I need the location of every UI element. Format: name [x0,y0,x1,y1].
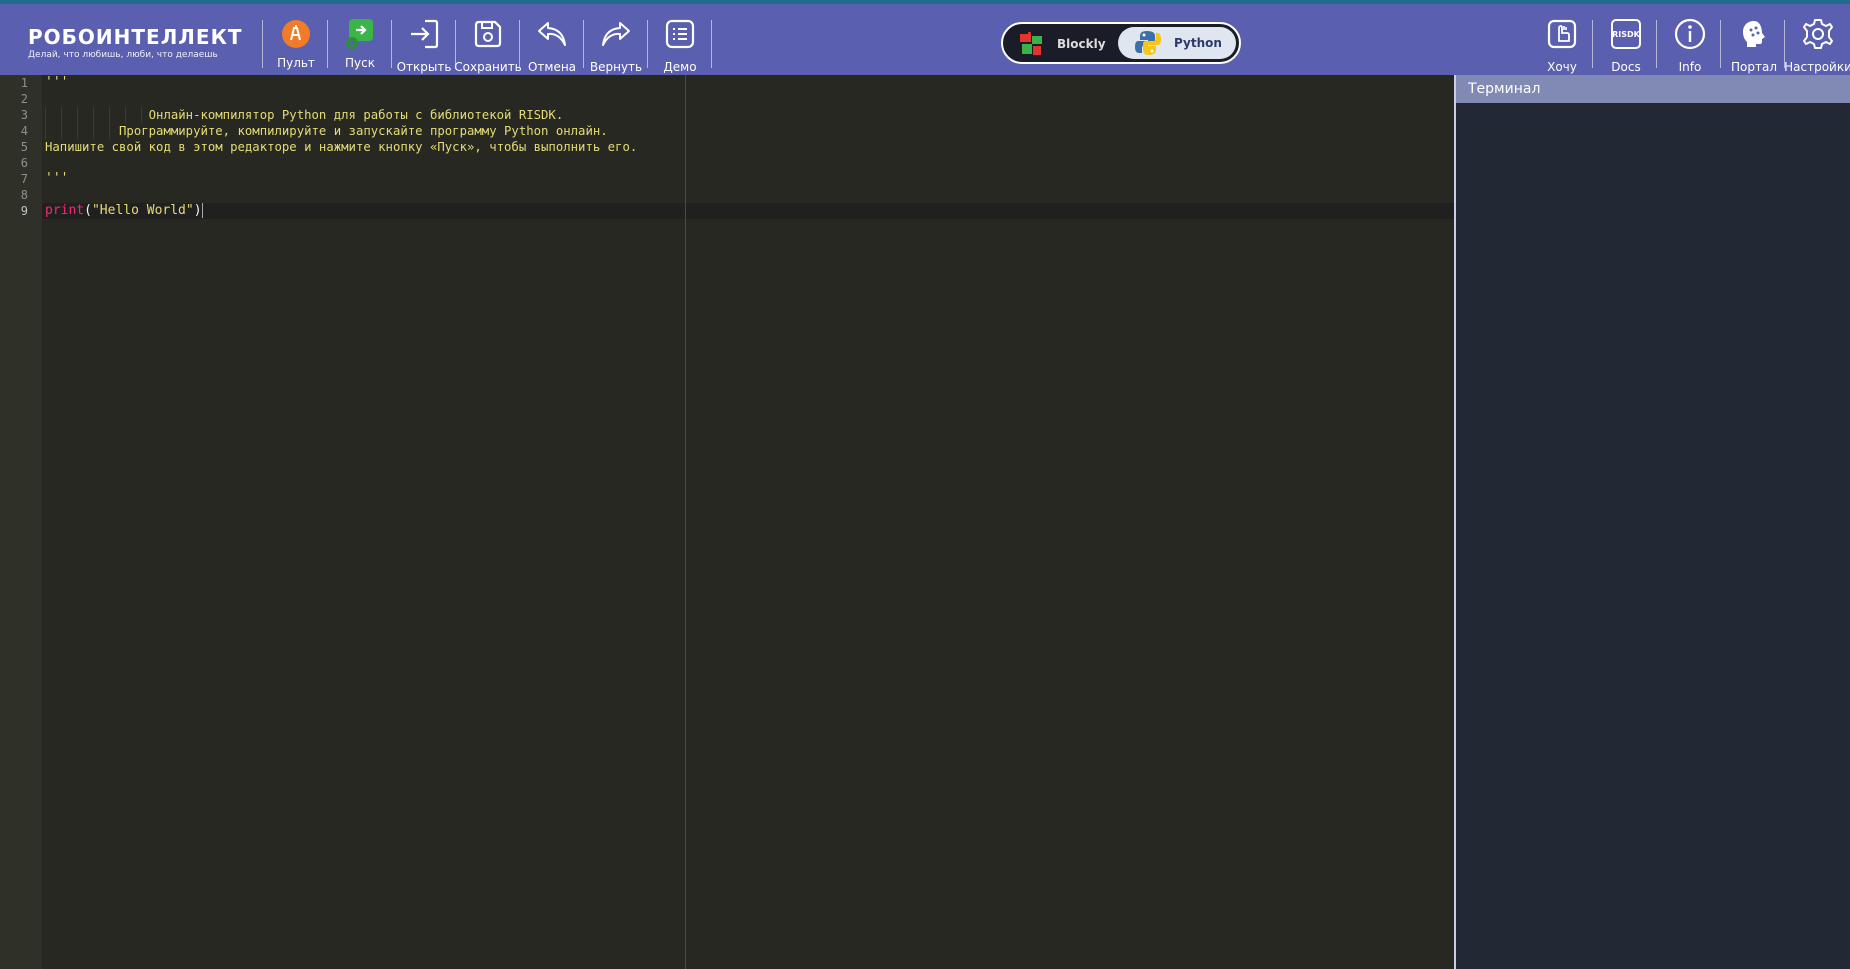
run-icon [342,14,378,54]
undo-label: Отмена [527,60,577,74]
demo-label: Демо [663,60,697,74]
code-line[interactable] [45,187,745,203]
terminal-title: Терминал [1456,75,1850,103]
text-cursor [201,203,203,218]
settings-button[interactable]: Настройки [1784,8,1850,74]
blockly-puzzle-icon [1020,31,1042,55]
portal-label: Портал [1731,60,1777,74]
code-line[interactable] [45,155,745,171]
remote-control-button[interactable]: Пульт [265,8,327,74]
line-number: 4 [20,124,28,138]
code-line[interactable] [45,91,745,107]
demo-list-icon [662,14,698,54]
portal-button[interactable]: Портал [1723,8,1785,74]
run-label: Пуск [345,56,375,70]
blockly-mode-option[interactable]: Blockly [1017,30,1106,58]
line-number: 5 [20,140,28,154]
toolbar-divider [327,20,328,68]
want-label: Хочу [1547,60,1577,74]
code-line[interactable]: Онлайн-компилятор Python для работы с би… [45,107,745,123]
info-label: Info [1678,60,1702,74]
line-number: 7 [20,172,28,186]
undo-button[interactable]: Отмена [521,8,583,74]
python-logo-icon [1135,31,1161,55]
brand-tagline: Делай, что любишь, люби, что делаешь [28,49,218,60]
risdk-docs-icon-text: RISDK [1611,19,1641,49]
open-paren: ( [84,203,92,218]
remote-control-label: Пульт [277,56,315,70]
editor-mode-toggle[interactable]: Blockly Python [1001,22,1241,64]
print-keyword: print [45,203,85,218]
toolbar-divider [519,20,520,68]
portal-icon [1736,14,1772,54]
toolbar-divider [262,20,263,68]
open-label: Открыть [396,60,452,74]
save-icon [470,14,506,54]
hello-world-string: "Hello World" [91,203,194,218]
line-number: 1 [20,76,28,90]
demo-button[interactable]: Демо [649,8,711,74]
risdk-docs-icon: RISDK [1608,14,1644,54]
code-editor[interactable]: 1 2 3 4 5 6 7 8 9 ''' Онлайн-компилятор … [0,75,1454,969]
docs-label: Docs [1611,60,1641,74]
close-paren: ) [193,203,202,218]
open-button[interactable]: Открыть [393,8,455,74]
toolbar-divider [583,20,584,68]
python-label: Python [1174,36,1222,50]
python-mode-option[interactable]: Python [1118,27,1236,59]
redo-icon [598,14,634,54]
open-icon [406,14,442,54]
code-line[interactable]: ''' [45,171,745,187]
info-button[interactable]: Info [1659,8,1721,74]
code-line[interactable]: Напишите свой код в этом редакторе и наж… [45,139,745,155]
brand-name: РОБОИНТЕЛЛЕКТ [28,24,243,49]
line-number: 6 [20,156,28,170]
toolbar-divider [391,20,392,68]
toolbar-divider [711,20,712,68]
line-number-active: 9 [20,204,28,218]
line-number: 8 [20,188,28,202]
remote-control-icon [278,14,314,54]
code-line-print[interactable]: print("Hello World") [45,203,745,219]
blockly-label: Blockly [1057,37,1106,51]
docs-button[interactable]: RISDK Docs [1595,8,1657,74]
redo-button[interactable]: Вернуть [585,8,647,74]
editor-gutter: 1 2 3 4 5 6 7 8 9 [0,75,42,969]
save-button[interactable]: Сохранить [454,8,522,74]
want-button[interactable]: Хочу [1531,8,1593,74]
code-line[interactable]: Программируйте, компилируйте и запускайт… [45,123,745,139]
undo-icon [534,14,570,54]
settings-label: Настройки [1784,60,1850,74]
main-toolbar: РОБОИНТЕЛЛЕКТ Делай, что любишь, люби, ч… [0,4,1850,75]
code-line[interactable]: ''' [45,75,745,91]
terminal-panel[interactable]: Терминал [1454,75,1850,969]
brand-logo[interactable]: РОБОИНТЕЛЛЕКТ Делай, что любишь, люби, ч… [22,18,242,66]
line-number: 2 [20,92,28,106]
toolbar-divider [647,20,648,68]
info-icon [1672,14,1708,54]
redo-label: Вернуть [589,60,643,74]
gear-icon [1800,14,1836,54]
hand-pointer-icon [1544,14,1580,54]
save-label: Сохранить [454,60,522,74]
run-button[interactable]: Пуск [329,8,391,74]
line-number: 3 [20,108,28,122]
